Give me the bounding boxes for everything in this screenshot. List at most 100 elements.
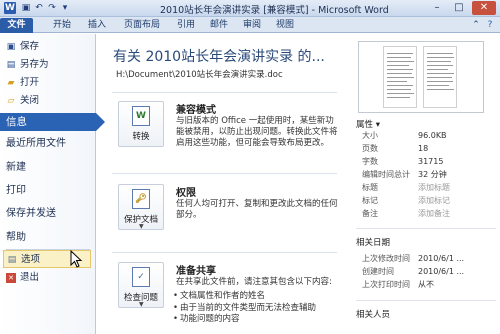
prop-key: 上次打印时间 (362, 280, 410, 289)
tab-home[interactable]: 开始 (46, 18, 78, 33)
nav-open[interactable]: ▰ 打开 (0, 74, 96, 92)
document-thumbnail (358, 41, 484, 113)
compat-description: 与旧版本的 Office 一起使用时，某些新功能被禁用，以防止出现问题。转换此文… (176, 116, 338, 148)
close-window-button[interactable]: ✕ (472, 1, 496, 15)
prop-row: 创建时间 2010/6/1 ... (362, 266, 500, 278)
exit-icon: ✕ (6, 273, 16, 283)
share-heading: 准备共享 (176, 266, 216, 277)
properties-dropdown[interactable]: 属性 ▾ (356, 118, 380, 130)
nav-save-label: 保存 (20, 41, 40, 52)
compat-section: W 转换 兼容模式 与旧版本的 Office 一起使用时，某些新功能被禁用，以防… (112, 101, 338, 173)
nav-exit[interactable]: ✕ 退出 (0, 269, 96, 287)
tab-review[interactable]: 审阅 (237, 18, 267, 33)
prop-value: 31715 (418, 157, 444, 166)
tab-mailings[interactable]: 邮件 (204, 18, 234, 33)
maximize-button[interactable]: □ (449, 1, 469, 15)
nav-open-label: 打开 (20, 77, 40, 88)
ribbon-tabs: 文件 开始 插入 页面布局 引用 邮件 审阅 视图 ⌃ ? (0, 17, 500, 33)
close-folder-icon: ▱ (7, 96, 15, 106)
divider (112, 252, 337, 253)
divider (356, 300, 496, 301)
add-tag-field[interactable]: 添加标记 (418, 195, 450, 207)
tab-insert[interactable]: 插入 (81, 18, 113, 33)
nav-info-label: 信息 (6, 116, 27, 128)
prop-value: 2010/6/1 ... (418, 267, 465, 276)
nav-options-label: 选项 (21, 254, 41, 265)
tab-page-layout[interactable]: 页面布局 (116, 18, 168, 33)
nav-new-label: 新建 (6, 162, 26, 173)
save-icon[interactable]: ▣ (21, 3, 31, 13)
share-description: 在共享此文件前，请注意其包含以下内容: (176, 277, 332, 287)
convert-button-label: 转换 (132, 132, 150, 142)
convert-button[interactable]: W 转换 (118, 101, 164, 147)
prop-value: 32 分钟 (418, 170, 447, 179)
prop-key: 备注 (362, 209, 378, 218)
thumbnail-page (423, 46, 457, 108)
thumbnail-page (383, 46, 417, 108)
nav-recent[interactable]: 最近所用文件 (0, 135, 96, 153)
compat-heading: 兼容模式 (176, 105, 216, 116)
nav-save[interactable]: ▣ 保存 (0, 38, 96, 56)
prop-key: 大小 (362, 131, 378, 140)
prop-key: 创建时间 (362, 267, 394, 276)
lock-key-icon: 🔑︎ (132, 189, 150, 209)
prop-key: 标记 (362, 196, 378, 205)
divider (356, 228, 496, 229)
nav-exit-label: 退出 (20, 272, 40, 283)
nav-print-label: 打印 (6, 185, 26, 196)
prop-value: 18 (418, 144, 429, 153)
title-bar: W ▣ ↶ ↷ ▾ 2010站长年会演讲实录 [兼容模式] - Microsof… (0, 0, 500, 17)
nav-new[interactable]: 新建 (0, 159, 96, 177)
undo-icon[interactable]: ↶ (34, 3, 44, 13)
related-dates-heading: 相关日期 (356, 238, 391, 248)
add-comment-field[interactable]: 添加备注 (418, 208, 450, 220)
backstage-nav: ▣ 保存 ▤ 另存为 ▰ 打开 ▱ 关闭 信息 最近所用文件 新建 打印 保存并… (0, 34, 105, 334)
prop-row: 标记 添加标记 (362, 195, 500, 207)
nav-print[interactable]: 打印 (0, 182, 96, 200)
permissions-description: 任何人均可打开、复制和更改此文档的任何部分。 (176, 199, 338, 220)
minimize-button[interactable]: – (427, 1, 447, 15)
add-title-field[interactable]: 添加标题 (418, 182, 450, 194)
nav-help[interactable]: 帮助 (0, 229, 96, 247)
prop-key: 编辑时间总计 (362, 170, 410, 179)
prop-value: 96.0KB (418, 131, 447, 140)
help-icon[interactable]: ? (484, 18, 496, 33)
nav-save-send[interactable]: 保存并发送 (0, 205, 96, 223)
tab-file[interactable]: 文件 (0, 18, 33, 33)
check-issues-button[interactable]: ✓ 检查问题 ▼ (118, 262, 164, 308)
prop-row: 标题 添加标题 (362, 182, 500, 194)
divider (112, 173, 337, 174)
prop-row: 备注 添加备注 (362, 208, 500, 220)
window-title: 2010站长年会演讲实录 [兼容模式] - Microsoft Word (160, 5, 389, 16)
protect-document-button[interactable]: 🔑︎ 保护文档 ▼ (118, 184, 164, 230)
customize-qat-icon[interactable]: ▾ (60, 3, 70, 13)
nav-close[interactable]: ▱ 关闭 (0, 92, 96, 110)
nav-save-as[interactable]: ▤ 另存为 (0, 56, 96, 74)
prop-key: 标题 (362, 183, 378, 192)
prop-row: 编辑时间总计 32 分钟 (362, 169, 500, 181)
permissions-heading: 权限 (176, 188, 196, 199)
prop-row: 上次打印时间 从不 (362, 279, 500, 291)
prop-value: 2010/6/1 ... (418, 254, 465, 263)
minimize-ribbon-icon[interactable]: ⌃ (470, 18, 482, 33)
tab-view[interactable]: 视图 (270, 18, 300, 33)
nav-save-as-label: 另存为 (20, 59, 49, 70)
chevron-down-icon: ▼ (139, 301, 144, 308)
nav-info[interactable]: 信息 (0, 113, 105, 131)
check-doc-icon: ✓ (132, 267, 150, 287)
prop-row: 字数 31715 (362, 156, 500, 168)
redo-icon[interactable]: ↷ (47, 3, 57, 13)
mouse-cursor-icon (70, 250, 83, 268)
nav-recent-label: 最近所用文件 (6, 138, 66, 149)
divider (112, 92, 337, 93)
prop-key: 页数 (362, 144, 378, 153)
prop-key: 字数 (362, 157, 378, 166)
prop-value: 从不 (418, 280, 434, 289)
share-bullet: 由于当前的文件类型而无法检查辅助 (173, 303, 316, 314)
word-app-icon[interactable]: W (4, 2, 16, 14)
share-bullet: 功能问题的内容 (173, 314, 239, 325)
prop-row: 上次修改时间 2010/6/1 ... (362, 253, 500, 265)
tab-references[interactable]: 引用 (171, 18, 201, 33)
prop-row: 页数 18 (362, 143, 500, 155)
share-section: ✓ 检查问题 ▼ 准备共享 在共享此文件前，请注意其包含以下内容: 文档属性和作… (112, 262, 338, 334)
